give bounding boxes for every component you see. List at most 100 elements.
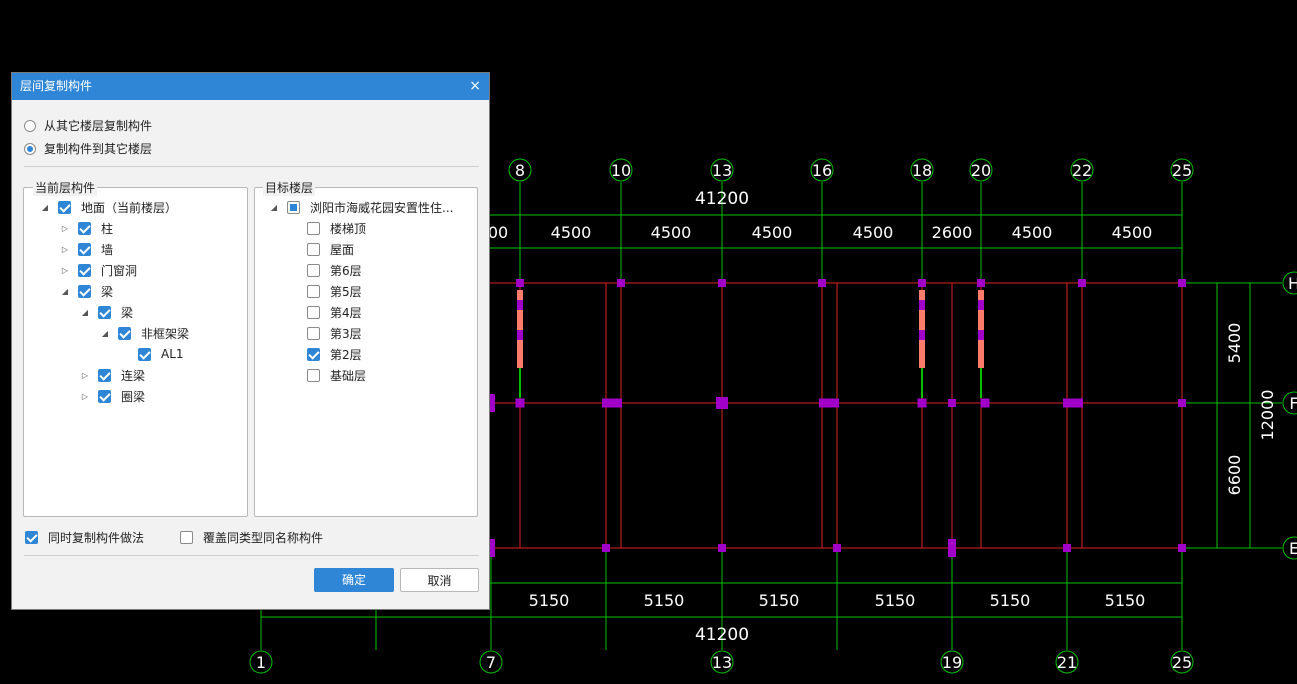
expanded-arrow-icon[interactable]: ◢	[100, 329, 110, 338]
column-marker	[819, 398, 839, 408]
tree-item-label: 第3层	[330, 326, 362, 341]
column-marker	[833, 544, 841, 552]
bottom-segment-dimension: 5150	[529, 591, 570, 610]
tree-item[interactable]: 第3层	[289, 324, 362, 342]
tree-item[interactable]: ▷ 圈梁	[80, 387, 145, 405]
right-segment-dimension: 6600	[1225, 455, 1244, 496]
collapsed-arrow-icon[interactable]: ▷	[80, 371, 90, 380]
source-components-group: ◢ 地面（当前楼层） ▷ 柱 ▷ 墙 ▷ 门窗洞 ◢ 梁 ◢ 梁 ◢ 非框架梁 AL1 ▷ 连梁 ▷ 圈梁	[23, 187, 248, 517]
tree-item[interactable]: 屋面	[289, 240, 354, 258]
checkbox-unchecked[interactable]	[180, 531, 193, 544]
tree-item[interactable]: ▷ 连梁	[80, 366, 145, 384]
bottom-axis-label: 7	[486, 653, 496, 672]
tree-checkbox[interactable]	[98, 368, 111, 382]
tree-checkbox[interactable]	[307, 347, 320, 361]
ok-button[interactable]: 确定	[314, 568, 394, 592]
option-copy-method[interactable]: 同时复制构件做法	[25, 529, 144, 546]
option-overwrite[interactable]: 覆盖同类型同名称构件	[180, 529, 323, 546]
collapsed-arrow-icon[interactable]: ▷	[60, 266, 70, 275]
tree-item[interactable]: ◢ 地面（当前楼层）	[40, 198, 177, 216]
tree-checkbox[interactable]	[287, 200, 300, 214]
radio-button-selected[interactable]	[24, 142, 36, 155]
tree-checkbox[interactable]	[78, 242, 91, 256]
tree-checkbox[interactable]	[307, 221, 320, 235]
bottom-axis-label: 21	[1057, 653, 1077, 672]
column-marker	[1078, 279, 1086, 287]
column-marker	[978, 330, 984, 340]
column-marker	[1178, 279, 1186, 287]
tree-item[interactable]: 第5层	[289, 282, 362, 300]
tree-checkbox[interactable]	[118, 326, 131, 340]
tree-checkbox[interactable]	[307, 284, 320, 298]
expanded-arrow-icon[interactable]: ◢	[40, 203, 50, 212]
tree-item[interactable]: ▷ 墙	[60, 240, 113, 258]
expanded-arrow-icon[interactable]: ◢	[60, 287, 70, 296]
tree-item-label: 门窗洞	[101, 263, 138, 278]
tree-checkbox[interactable]	[138, 347, 151, 361]
tree-item[interactable]: 第2层	[289, 345, 362, 363]
tree-item[interactable]: 楼梯顶	[289, 219, 366, 237]
tree-checkbox[interactable]	[307, 305, 320, 319]
expanded-arrow-icon[interactable]: ◢	[80, 308, 90, 317]
bottom-segment-dimension: 5150	[1105, 591, 1146, 610]
tree-item[interactable]: AL1	[120, 345, 184, 363]
radio-copy-from-other[interactable]: 从其它楼层复制构件	[24, 117, 152, 134]
tree-item[interactable]: ▷ 门窗洞	[60, 261, 137, 279]
tree-item[interactable]: ◢ 浏阳市海威花园安置性住...	[269, 198, 453, 216]
tree-item-label: 梁	[101, 284, 114, 299]
top-segment-dimension: 4500	[1112, 223, 1153, 242]
tree-item[interactable]: ▷ 柱	[60, 219, 113, 237]
tree-checkbox[interactable]	[307, 263, 320, 277]
column-marker	[1178, 544, 1186, 552]
tree-item[interactable]: ◢ 非框架梁	[100, 324, 189, 342]
tree-checkbox[interactable]	[78, 263, 91, 277]
tree-item[interactable]: 基础层	[289, 366, 366, 384]
bottom-axis-label: 13	[712, 653, 732, 672]
column-marker	[718, 544, 726, 552]
tree-checkbox[interactable]	[78, 221, 91, 235]
tree-checkbox[interactable]	[58, 200, 71, 214]
top-total-dimension: 41200	[695, 189, 749, 209]
right-axis-label: H	[1288, 274, 1297, 293]
tree-checkbox[interactable]	[98, 389, 111, 403]
column-marker	[918, 279, 926, 287]
column-marker	[818, 279, 826, 287]
tree-checkbox[interactable]	[98, 305, 111, 319]
top-axis-label: 22	[1072, 161, 1092, 180]
column-marker	[917, 398, 927, 408]
column-marker	[602, 544, 610, 552]
tree-item[interactable]: ◢ 梁	[60, 282, 113, 300]
column-marker	[517, 330, 523, 340]
column-marker	[980, 398, 990, 408]
column-marker	[948, 399, 956, 407]
target-floors-group: ◢ 浏阳市海威花园安置性住... 楼梯顶屋面第6层第5层第4层第3层第2层基础层	[254, 187, 478, 517]
column-marker	[919, 300, 925, 310]
column-marker	[977, 279, 985, 287]
tree-checkbox[interactable]	[78, 284, 91, 298]
collapsed-arrow-icon[interactable]: ▷	[60, 224, 70, 233]
expanded-arrow-icon[interactable]: ◢	[269, 203, 279, 212]
tree-checkbox[interactable]	[307, 326, 320, 340]
top-axis-label: 13	[712, 161, 732, 180]
top-segment-dimension: 00	[488, 223, 508, 242]
bottom-axis-label: 25	[1172, 653, 1192, 672]
tree-item[interactable]: 第6层	[289, 261, 362, 279]
tree-item-label: 浏阳市海威花园安置性住...	[310, 200, 454, 215]
cancel-button[interactable]: 取消	[400, 568, 479, 592]
tree-item[interactable]: ◢ 梁	[80, 303, 133, 321]
tree-item[interactable]: 第4层	[289, 303, 362, 321]
checkbox-checked[interactable]	[25, 531, 38, 544]
close-icon[interactable]: ×	[469, 73, 481, 100]
radio-button[interactable]	[24, 119, 36, 132]
tree-checkbox[interactable]	[307, 368, 320, 382]
radio-copy-to-other[interactable]: 复制构件到其它楼层	[24, 140, 152, 157]
top-axis-label: 18	[912, 161, 932, 180]
target-group-label: 目标楼层	[263, 179, 316, 196]
tree-checkbox[interactable]	[307, 242, 320, 256]
column-marker	[515, 398, 525, 408]
right-axis-label: F	[1289, 394, 1297, 413]
collapsed-arrow-icon[interactable]: ▷	[60, 245, 70, 254]
right-axis-label: E	[1289, 539, 1297, 558]
top-segment-dimension: 4500	[651, 223, 692, 242]
collapsed-arrow-icon[interactable]: ▷	[80, 392, 90, 401]
